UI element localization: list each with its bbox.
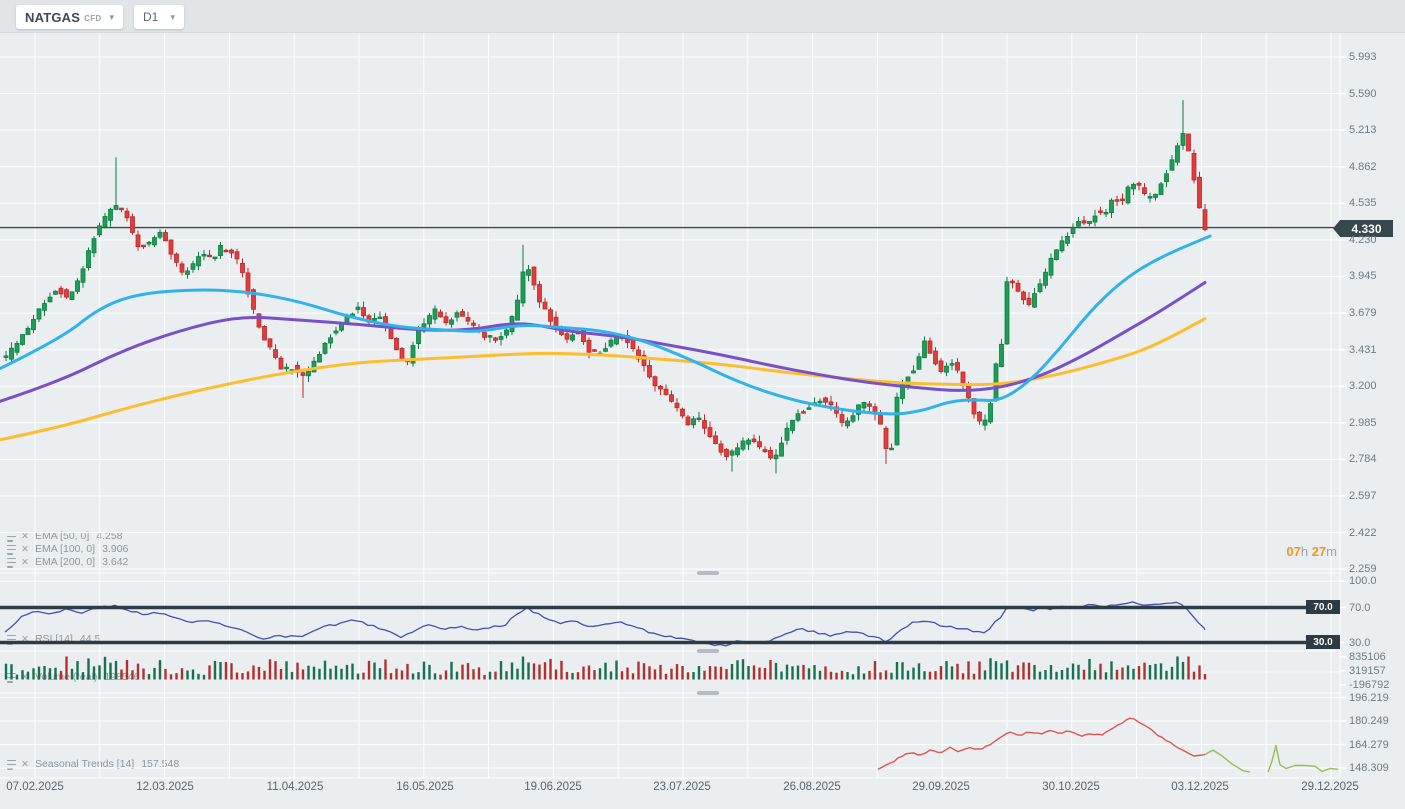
seasonal-axis-label: 180.249 <box>1349 715 1389 727</box>
seasonal-line <box>878 718 1338 772</box>
countdown-minutes: 27 <box>1312 544 1326 559</box>
rsi-line <box>5 602 1205 646</box>
trading-platform-window: NATGAS CFD ▾ D1 ▾ ✕ EMA [50, 0] 4.258 ✕ … <box>0 0 1405 809</box>
price-axis-label: 4.535 <box>1349 197 1377 209</box>
volume-axis-label: -196792 <box>1349 679 1389 691</box>
date-axis-label: 29.12.2025 <box>1301 781 1359 793</box>
chart-toolbar: NATGAS CFD ▾ D1 ▾ <box>0 0 1405 33</box>
price-axis-label: 3.679 <box>1349 307 1377 319</box>
price-axis-label: 2.259 <box>1349 563 1377 575</box>
date-axis-label: 07.02.2025 <box>6 781 64 793</box>
rsi-level-lines <box>0 608 1340 643</box>
seasonal-axis-label: 148.309 <box>1349 762 1389 774</box>
price-axis-label: 5.213 <box>1349 124 1377 136</box>
instrument-type-label: CFD <box>84 14 101 23</box>
rsi-axis-label: 70.0 <box>1349 602 1370 614</box>
date-axis-label: 03.12.2025 <box>1171 781 1229 793</box>
panel-resize-handle[interactable] <box>697 691 719 695</box>
timeframe-selector[interactable]: D1 ▾ <box>134 5 184 29</box>
countdown-minutes-unit: m <box>1326 544 1337 559</box>
panel-resize-handle[interactable] <box>697 571 719 575</box>
rsi-axis-label: 30.0 <box>1349 637 1370 649</box>
ema-lines <box>0 236 1210 440</box>
countdown-hours-unit: h <box>1301 544 1308 559</box>
grid-layer <box>0 32 1346 778</box>
rsi-upper-level-badge: 70.0 <box>1306 600 1340 614</box>
price-axis-label: 4.230 <box>1349 234 1377 246</box>
price-axis-label: 5.590 <box>1349 88 1377 100</box>
panel-resize-handle[interactable] <box>697 649 719 653</box>
price-axis-label: 4.862 <box>1349 161 1377 173</box>
date-axis-label: 16.05.2025 <box>396 781 454 793</box>
price-axis-label: 2.784 <box>1349 453 1377 465</box>
date-axis-label: 11.04.2025 <box>267 781 324 793</box>
date-axis-label: 26.08.2025 <box>783 781 841 793</box>
date-axis-label: 23.07.2025 <box>653 781 711 793</box>
price-axis-label: 2.985 <box>1349 417 1377 429</box>
chart-canvas[interactable] <box>0 0 1405 809</box>
rsi-axis-label: 100.0 <box>1349 575 1377 587</box>
chevron-down-icon: ▾ <box>170 13 175 22</box>
countdown-hours: 07 <box>1286 544 1300 559</box>
rsi-lower-level-badge: 30.0 <box>1306 635 1340 649</box>
volume-axis-label: 835106 <box>1349 651 1386 663</box>
price-axis-label: 2.422 <box>1349 527 1377 539</box>
chevron-down-icon: ▾ <box>109 13 114 22</box>
symbol-label: NATGAS <box>25 10 80 25</box>
symbol-selector[interactable]: NATGAS CFD ▾ <box>16 5 123 29</box>
price-axis-label: 3.200 <box>1349 380 1377 392</box>
timeframe-label: D1 <box>143 10 158 24</box>
candles-layer <box>4 100 1207 473</box>
volume-bars <box>5 657 1206 680</box>
date-axis-label: 29.09.2025 <box>912 781 970 793</box>
price-axis-label: 3.431 <box>1349 344 1377 356</box>
volume-axis-label: 319157 <box>1349 665 1386 677</box>
date-axis-label: 30.10.2025 <box>1042 781 1100 793</box>
price-axis-label: 5.993 <box>1349 51 1377 63</box>
date-axis-label: 12.03.2025 <box>136 781 194 793</box>
candle-close-countdown: 07h 27m <box>1286 544 1337 559</box>
seasonal-axis-label: 196.219 <box>1349 692 1389 704</box>
price-axis-label: 3.945 <box>1349 270 1377 282</box>
price-axis-label: 2.597 <box>1349 490 1377 502</box>
seasonal-axis-label: 164.279 <box>1349 739 1389 751</box>
date-axis-label: 19.06.2025 <box>524 781 582 793</box>
